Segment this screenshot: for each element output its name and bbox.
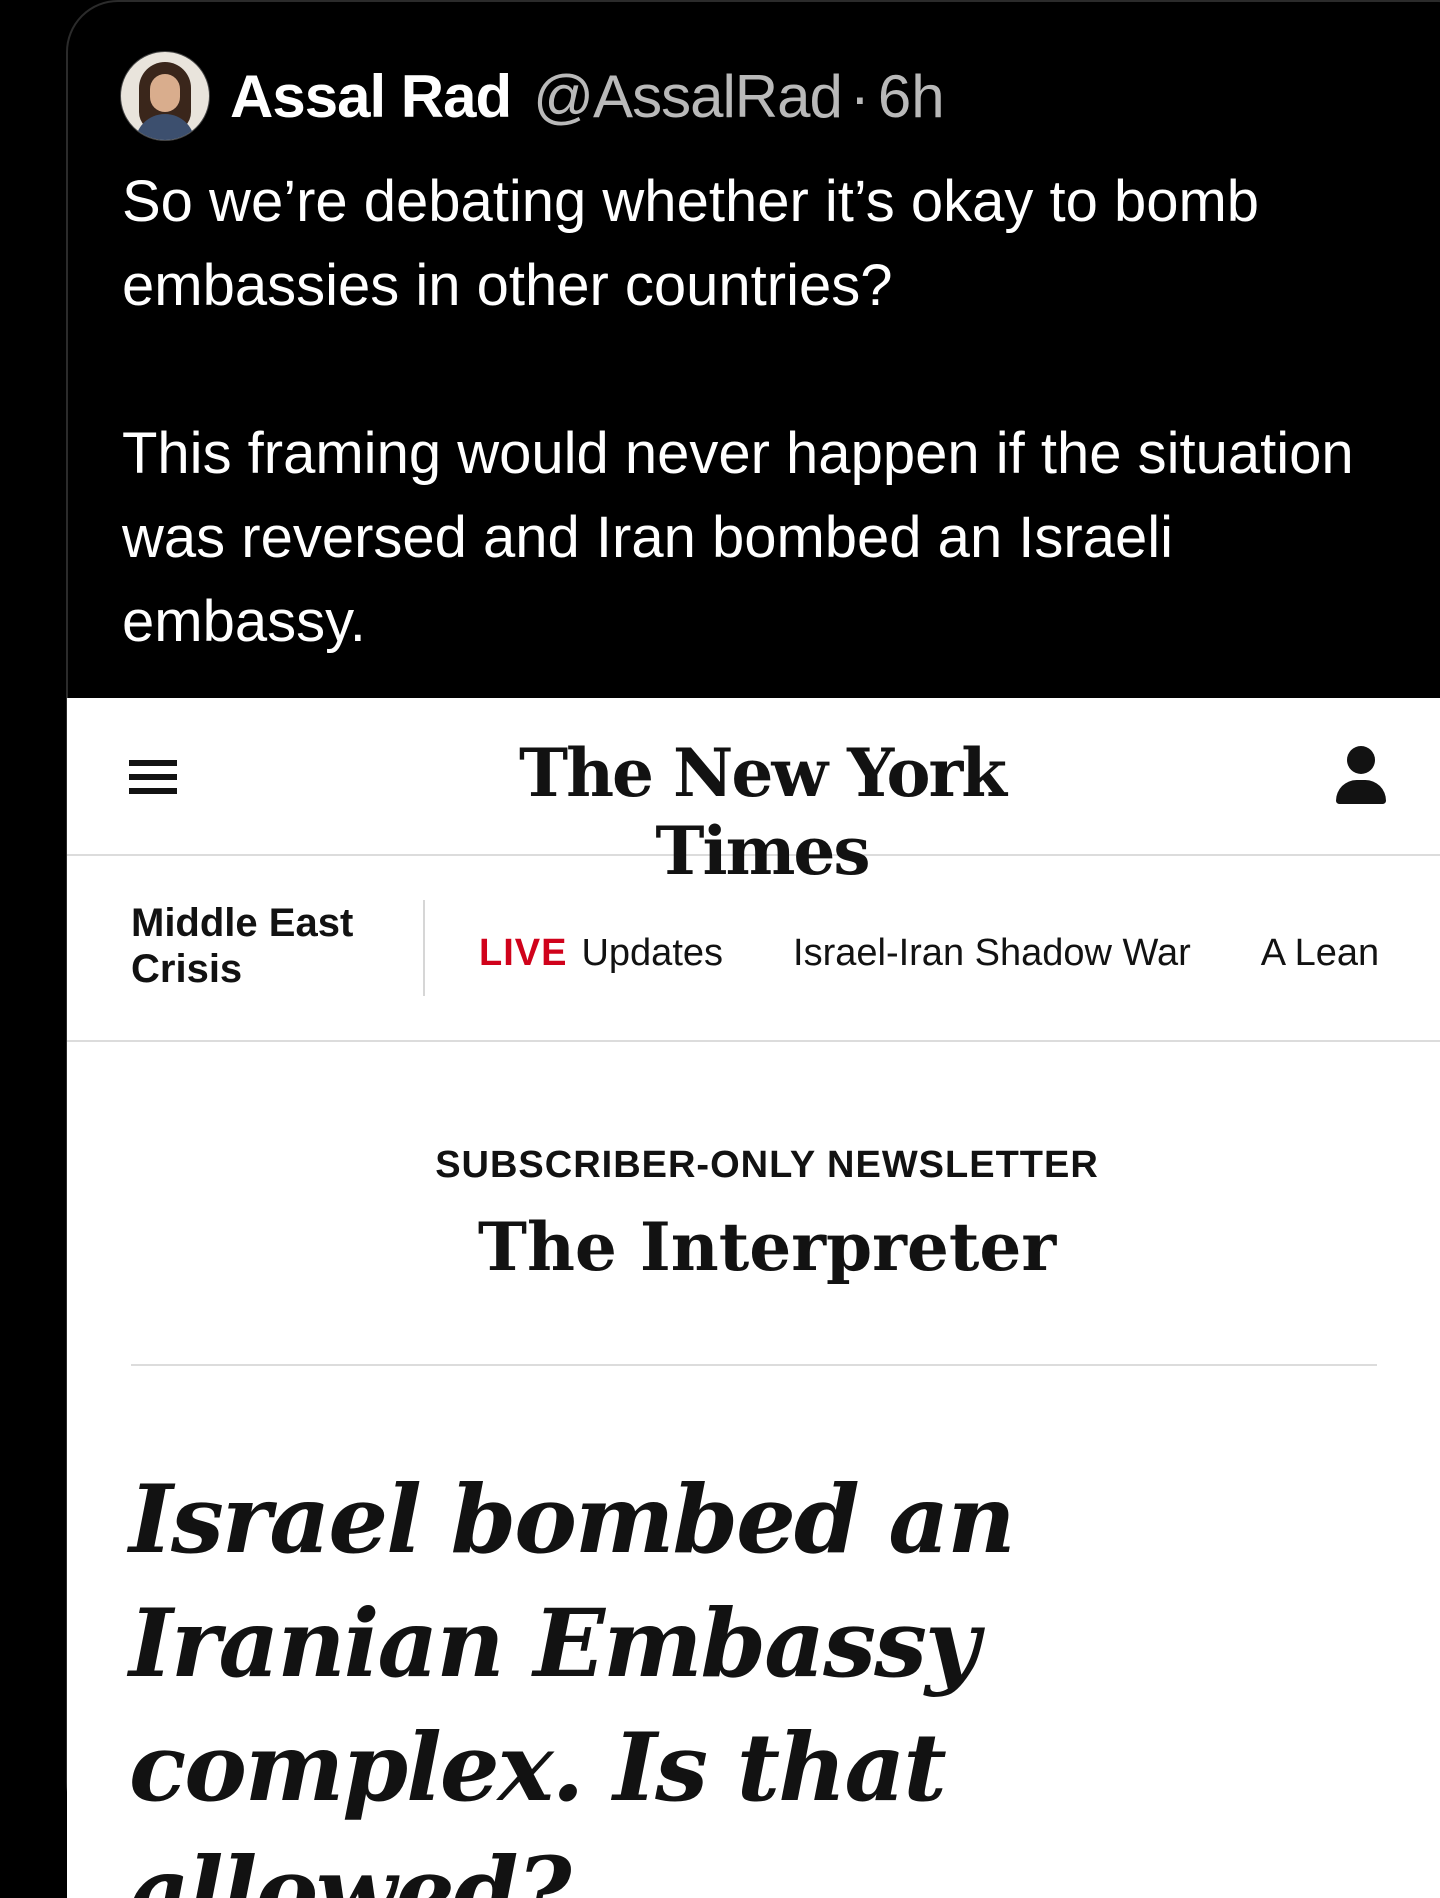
avatar-face: [150, 74, 180, 112]
screenshot-frame: Assal Rad @AssalRad · 6h So we’re debati…: [0, 0, 1440, 1898]
tweet-header: Assal Rad @AssalRad · 6h: [120, 50, 945, 142]
newsletter-title[interactable]: The Interpreter: [67, 1208, 1440, 1286]
header-separator: ·: [849, 62, 870, 130]
article-headline[interactable]: Israel bombed an Iranian Embassy complex…: [129, 1458, 1249, 1898]
newsletter-label: SUBSCRIBER-ONLY NEWSLETTER: [435, 1144, 1099, 1186]
hamburger-menu-icon[interactable]: [129, 760, 177, 794]
display-name[interactable]: Assal Rad: [230, 62, 512, 131]
tweet-text: So we’re debating whether it’s okay to b…: [122, 160, 1412, 664]
divider: [131, 1364, 1377, 1366]
live-badge[interactable]: LIVE: [479, 932, 567, 974]
user-handle[interactable]: @AssalRad: [533, 62, 843, 131]
section-subnav: Middle East Crisis LIVE Updates Israel-Ira…: [67, 856, 1440, 1042]
subnav-link-lean[interactable]: A Lean: [1261, 932, 1379, 974]
section-name[interactable]: Middle East Crisis: [131, 900, 391, 992]
subnav-divider: [423, 900, 425, 996]
tweet-timestamp[interactable]: 6h: [878, 62, 945, 131]
subnav-link-updates[interactable]: Updates: [581, 932, 723, 974]
tweet-paragraph: This framing would never happen if the s…: [122, 421, 1354, 654]
user-avatar[interactable]: [120, 51, 210, 141]
subnav-links: LIVE Updates Israel-Iran Shadow War A Lean: [479, 932, 1379, 975]
nyt-top-bar: The New York Times: [67, 698, 1440, 890]
embedded-article-image[interactable]: The New York Times Middle East Crisis LI…: [67, 698, 1440, 1898]
subnav-link-shadow-war[interactable]: Israel-Iran Shadow War: [793, 932, 1191, 974]
tweet-paragraph: So we’re debating whether it’s okay to b…: [122, 169, 1260, 318]
account-icon[interactable]: [1333, 746, 1389, 810]
